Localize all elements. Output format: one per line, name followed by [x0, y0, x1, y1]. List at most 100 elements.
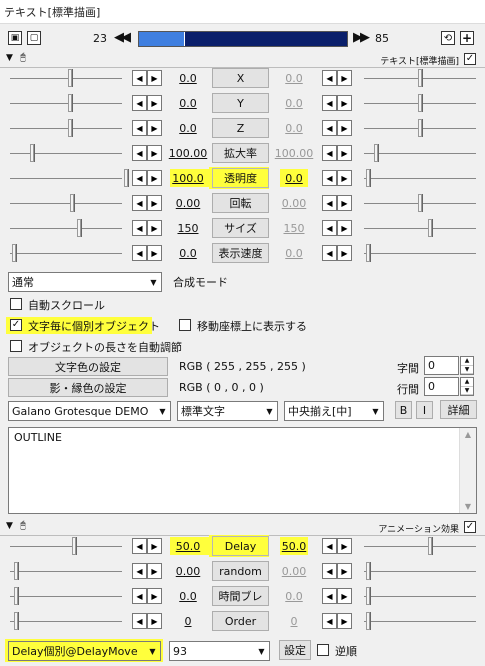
animation-enabled-checkbox[interactable]: ✓: [464, 521, 476, 533]
right-step-arrows[interactable]: ◀ ▶: [322, 588, 352, 604]
track-1-name-button[interactable]: Y: [212, 93, 269, 113]
anim-track-3-end-value[interactable]: 0: [274, 615, 314, 628]
arrow-left-icon[interactable]: ◀: [322, 563, 337, 579]
arrow-left-icon[interactable]: ◀: [322, 220, 337, 236]
left-step-arrows[interactable]: ◀ ▶: [132, 245, 162, 261]
arrow-right-icon[interactable]: ▶: [147, 613, 162, 629]
track-7-end-value[interactable]: 0.0: [274, 247, 314, 260]
font-style-select[interactable]: 標準文字 ▼: [177, 401, 278, 421]
scroll-up-icon[interactable]: ▲: [460, 430, 476, 439]
right-slider-thumb[interactable]: [374, 144, 378, 162]
arrow-right-icon[interactable]: ▶: [337, 613, 352, 629]
loop-icon[interactable]: ⟲: [441, 31, 455, 45]
arrow-left-icon[interactable]: ◀: [322, 145, 337, 161]
bold-button[interactable]: B: [395, 401, 412, 419]
right-slider-track[interactable]: [364, 153, 476, 154]
track-2-end-value[interactable]: 0.0: [274, 122, 314, 135]
scroll-down-icon[interactable]: ▼: [460, 502, 476, 511]
right-slider-thumb[interactable]: [366, 562, 370, 580]
arrow-left-icon[interactable]: ◀: [322, 95, 337, 111]
track-5-start-value[interactable]: 0.00: [168, 197, 208, 210]
line-spacing-input[interactable]: 0: [424, 377, 459, 396]
arrow-right-icon[interactable]: ▶: [337, 145, 352, 161]
arrow-right-icon[interactable]: ▶: [337, 563, 352, 579]
track-2-start-value[interactable]: 0.0: [168, 122, 208, 135]
arrow-right-icon[interactable]: ▶: [147, 145, 162, 161]
right-step-arrows[interactable]: ◀ ▶: [322, 195, 352, 211]
anim-track-1-start-value[interactable]: 0.00: [168, 565, 208, 578]
arrow-left-icon[interactable]: ◀: [132, 588, 147, 604]
track-3-end-value[interactable]: 100.00: [274, 147, 314, 160]
right-step-arrows[interactable]: ◀ ▶: [322, 145, 352, 161]
italic-button[interactable]: I: [416, 401, 433, 419]
arrow-left-icon[interactable]: ◀: [132, 120, 147, 136]
arrow-right-icon[interactable]: ▶: [337, 245, 352, 261]
shadow-color-button[interactable]: 影・縁色の設定: [8, 378, 168, 397]
arrow-left-icon[interactable]: ◀: [132, 563, 147, 579]
fast-forward-icon[interactable]: ▶▶: [353, 30, 370, 45]
track-1-end-value[interactable]: 0.0: [274, 97, 314, 110]
text-scrollbar[interactable]: ▲ ▼: [459, 428, 476, 513]
text-color-button[interactable]: 文字色の設定: [8, 357, 168, 376]
object-enabled-checkbox[interactable]: ✓: [464, 53, 476, 65]
left-slider-thumb[interactable]: [30, 144, 34, 162]
track-6-start-value[interactable]: 150: [168, 222, 208, 235]
track-0-end-value[interactable]: 0.0: [274, 72, 314, 85]
right-slider-thumb[interactable]: [366, 244, 370, 262]
timeline-bar[interactable]: [138, 31, 348, 47]
track-5-name-button[interactable]: 回転: [212, 193, 269, 213]
arrow-right-icon[interactable]: ▶: [147, 120, 162, 136]
align-select[interactable]: 中央揃え[中] ▼: [284, 401, 384, 421]
arrow-left-icon[interactable]: ◀: [322, 613, 337, 629]
collapse-icon[interactable]: ▼: [6, 521, 13, 531]
left-slider-track[interactable]: [10, 253, 122, 254]
left-step-arrows[interactable]: ◀ ▶: [132, 145, 162, 161]
right-slider-thumb[interactable]: [418, 94, 422, 112]
anim-track-3-name-button[interactable]: Order: [212, 611, 269, 631]
arrow-right-icon[interactable]: ▶: [337, 120, 352, 136]
left-step-arrows[interactable]: ◀ ▶: [132, 563, 162, 579]
track-3-name-button[interactable]: 拡大率: [212, 143, 269, 163]
arrow-right-icon[interactable]: ▶: [337, 195, 352, 211]
right-slider-thumb[interactable]: [366, 587, 370, 605]
left-slider-thumb[interactable]: [77, 219, 81, 237]
arrow-right-icon[interactable]: ▶: [147, 563, 162, 579]
line-spacing-spinner[interactable]: ▲ ▼: [460, 377, 474, 396]
left-slider-track[interactable]: [10, 596, 122, 597]
left-slider-thumb[interactable]: [12, 244, 16, 262]
track-6-end-value[interactable]: 150: [274, 222, 314, 235]
effect-select[interactable]: Delay個別@DelayMove ▼: [8, 641, 161, 661]
effect-param-select[interactable]: 93 ▼: [169, 641, 270, 661]
arrow-right-icon[interactable]: ▶: [337, 170, 352, 186]
left-slider-track[interactable]: [10, 621, 122, 622]
track-5-end-value[interactable]: 0.00: [274, 197, 314, 210]
arrow-left-icon[interactable]: ◀: [132, 145, 147, 161]
right-step-arrows[interactable]: ◀ ▶: [322, 613, 352, 629]
arrow-left-icon[interactable]: ◀: [322, 195, 337, 211]
arrow-right-icon[interactable]: ▶: [337, 588, 352, 604]
left-slider-thumb[interactable]: [68, 94, 72, 112]
left-step-arrows[interactable]: ◀ ▶: [132, 195, 162, 211]
right-slider-thumb[interactable]: [418, 69, 422, 87]
right-slider-thumb[interactable]: [418, 119, 422, 137]
track-0-start-value[interactable]: 0.0: [168, 72, 208, 85]
left-step-arrows[interactable]: ◀ ▶: [132, 538, 162, 554]
auto-length-checkbox[interactable]: [10, 340, 22, 352]
track-2-name-button[interactable]: Z: [212, 118, 269, 138]
arrow-left-icon[interactable]: ◀: [132, 70, 147, 86]
left-step-arrows[interactable]: ◀ ▶: [132, 588, 162, 604]
track-1-start-value[interactable]: 0.0: [168, 97, 208, 110]
anim-track-1-name-button[interactable]: random: [212, 561, 269, 581]
left-step-arrows[interactable]: ◀ ▶: [132, 95, 162, 111]
left-slider-track[interactable]: [10, 178, 122, 179]
font-family-select[interactable]: Galano Grotesque DEMO ▼: [8, 401, 171, 421]
left-step-arrows[interactable]: ◀ ▶: [132, 220, 162, 236]
arrow-right-icon[interactable]: ▶: [147, 170, 162, 186]
arrow-right-icon[interactable]: ▶: [337, 70, 352, 86]
left-slider-thumb[interactable]: [14, 612, 18, 630]
track-0-name-button[interactable]: X: [212, 68, 269, 88]
film-icon[interactable]: ▣: [8, 31, 22, 45]
left-slider-track[interactable]: [10, 103, 122, 104]
arrow-right-icon[interactable]: ▶: [147, 70, 162, 86]
track-7-start-value[interactable]: 0.0: [168, 247, 208, 260]
